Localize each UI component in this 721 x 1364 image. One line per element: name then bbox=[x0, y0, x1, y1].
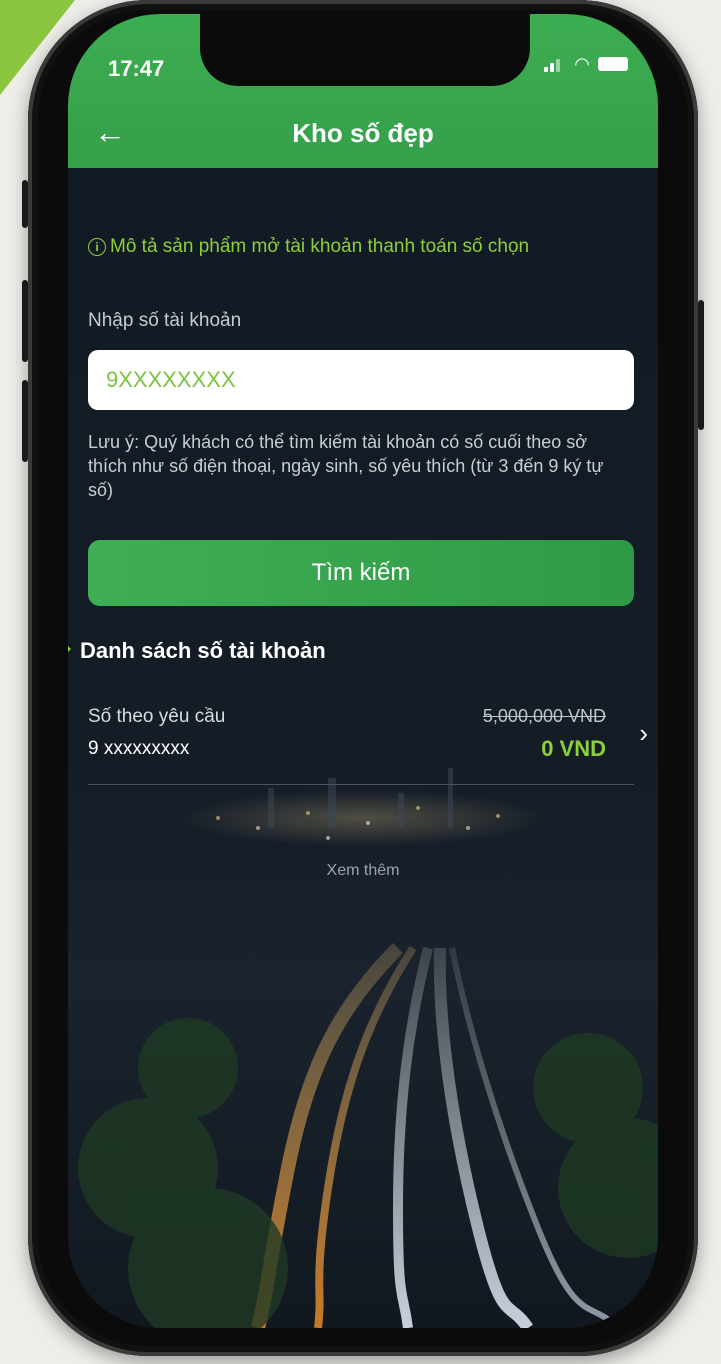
battery-icon bbox=[598, 57, 628, 71]
account-number-input[interactable] bbox=[88, 350, 634, 410]
volume-down-button bbox=[22, 380, 28, 462]
product-info-text: Mô tả sản phẩm mở tài khoản thanh toán s… bbox=[110, 236, 530, 257]
account-list-title: Danh sách số tài khoản bbox=[80, 638, 326, 663]
item-label: Số theo yêu cầu bbox=[88, 706, 226, 727]
search-note: Lưu ý: Quý khách có thể tìm kiếm tài kho… bbox=[88, 432, 604, 500]
search-button[interactable]: Tìm kiếm bbox=[88, 540, 634, 606]
page-title: Kho số đẹp bbox=[292, 118, 434, 148]
signal-icon bbox=[544, 56, 566, 72]
item-new-price: 0 VND bbox=[541, 736, 606, 761]
phone-notch bbox=[200, 14, 530, 86]
section-marker-icon bbox=[68, 642, 71, 656]
account-list-item[interactable]: Số theo yêu cầu 9 xxxxxxxxx 5,000,000 VN… bbox=[88, 698, 648, 785]
info-icon: i bbox=[88, 238, 106, 256]
see-more-link[interactable]: Xem thêm bbox=[68, 862, 658, 880]
item-number: 9 xxxxxxxxx bbox=[88, 738, 190, 759]
item-old-price: 5,000,000 VND bbox=[482, 706, 606, 726]
account-number-label: Nhập số tài khoản bbox=[88, 310, 242, 331]
status-time: 17:47 bbox=[108, 56, 165, 81]
wifi-icon: ◠ bbox=[574, 54, 590, 74]
volume-up-button bbox=[22, 280, 28, 362]
app-screen: 17:47 ◠ ← Kho số đẹp i Mô tả sản phẩm mở … bbox=[68, 14, 658, 1328]
product-info-link[interactable]: i Mô tả sản phẩm mở tài khoản thanh toán … bbox=[88, 236, 529, 258]
mute-switch bbox=[22, 180, 28, 228]
status-icons: ◠ bbox=[544, 54, 628, 74]
power-button bbox=[698, 300, 704, 430]
chevron-right-icon[interactable]: › bbox=[639, 718, 648, 749]
